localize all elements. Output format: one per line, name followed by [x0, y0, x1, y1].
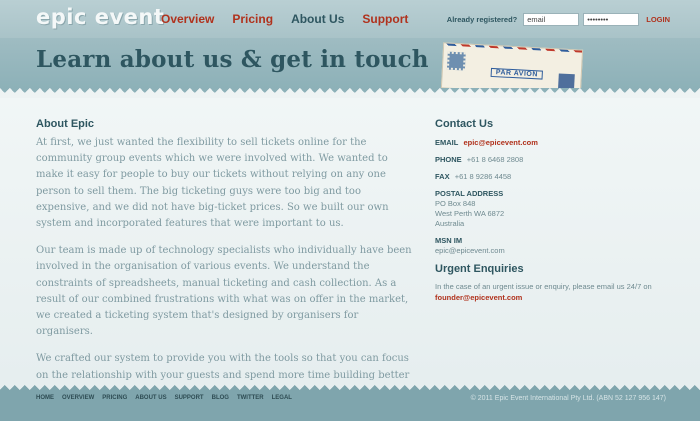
footer-zigzag-edge [0, 380, 700, 390]
email-input[interactable] [523, 13, 580, 26]
about-paragraph: Our team is made up of technology specia… [36, 245, 412, 338]
contact-section: Contact Us EMAIL epic@epicevent.com PHON… [435, 118, 665, 303]
password-input[interactable] [583, 13, 640, 26]
footer-link-support[interactable]: SUPPORT [175, 395, 204, 401]
logo[interactable]: epic event [36, 5, 164, 29]
stamp-icon [446, 51, 466, 71]
msn-value: epic@epicevent.com [435, 246, 505, 255]
contact-email-link[interactable]: epic@epicevent.com [463, 138, 537, 147]
about-section: About Epic At first, we just wanted the … [36, 118, 416, 411]
contact-heading: Contact Us [435, 118, 494, 130]
footer-link-pricing[interactable]: PRICING [102, 395, 127, 401]
msn-block: MSN IM epic@epicevent.com [435, 236, 665, 256]
contact-email-row: EMAIL epic@epicevent.com [435, 138, 665, 148]
footer: HOME OVERVIEW PRICING ABOUT US SUPPORT B… [0, 390, 700, 421]
urgent-section: Urgent Enquiries In the case of an urgen… [435, 263, 665, 303]
urgent-body: In the case of an urgent issue or enquir… [435, 282, 652, 291]
page-title: Learn about us & get in touch [36, 46, 429, 73]
about-paragraph: At first, we just wanted the flexibility… [36, 137, 389, 230]
footer-link-about-us[interactable]: ABOUT US [135, 395, 166, 401]
footer-link-twitter[interactable]: TWITTER [237, 395, 264, 401]
postal-line: PO Box 848 [435, 199, 476, 208]
contact-fax-row: FAX +61 8 9286 4458 [435, 172, 665, 182]
postal-address-block: POSTAL ADDRESS PO Box 848 West Perth WA … [435, 189, 665, 229]
footer-link-blog[interactable]: BLOG [212, 395, 229, 401]
msn-label: MSN IM [435, 236, 463, 245]
phone-value: +61 8 6468 2808 [466, 155, 524, 164]
fax-label: FAX [435, 172, 450, 181]
footer-link-legal[interactable]: LEGAL [272, 395, 292, 401]
nav-pricing[interactable]: Pricing [232, 12, 273, 26]
nav-overview[interactable]: Overview [161, 12, 214, 26]
login-label: Already registered? [446, 15, 518, 24]
login-form: Already registered? LOGIN [447, 13, 670, 26]
footer-nav: HOME OVERVIEW PRICING ABOUT US SUPPORT B… [36, 395, 300, 401]
page-banner: Learn about us & get in touch [0, 38, 700, 88]
email-label: EMAIL [435, 138, 459, 147]
footer-link-home[interactable]: HOME [36, 395, 54, 401]
urgent-heading: Urgent Enquiries [435, 263, 524, 275]
nav-about-us[interactable]: About Us [291, 12, 344, 26]
urgent-text: In the case of an urgent issue or enquir… [435, 281, 665, 303]
header-bar: epic event Overview Pricing About Us Sup… [0, 0, 700, 38]
main-content: About Epic At first, we just wanted the … [0, 98, 700, 397]
main-nav: Overview Pricing About Us Support [161, 12, 426, 26]
contact-phone-row: PHONE +61 8 6468 2808 [435, 155, 665, 165]
banner-zigzag-edge [0, 88, 700, 98]
fax-value: +61 8 9286 4458 [454, 172, 512, 181]
postal-label: POSTAL ADDRESS [435, 189, 504, 198]
nav-support[interactable]: Support [362, 12, 408, 26]
phone-label: PHONE [435, 155, 462, 164]
about-heading: About Epic [36, 118, 95, 130]
postal-line: West Perth WA 6872 [435, 209, 505, 218]
par-avion-label: PAR AVION [490, 67, 544, 80]
postal-line: Australia [435, 219, 465, 228]
urgent-email-link[interactable]: founder@epicevent.com [435, 293, 522, 302]
footer-link-overview[interactable]: OVERVIEW [62, 395, 94, 401]
copyright: © 2011 Epic Event International Pty Ltd.… [470, 395, 666, 402]
login-button[interactable]: LOGIN [646, 15, 670, 24]
